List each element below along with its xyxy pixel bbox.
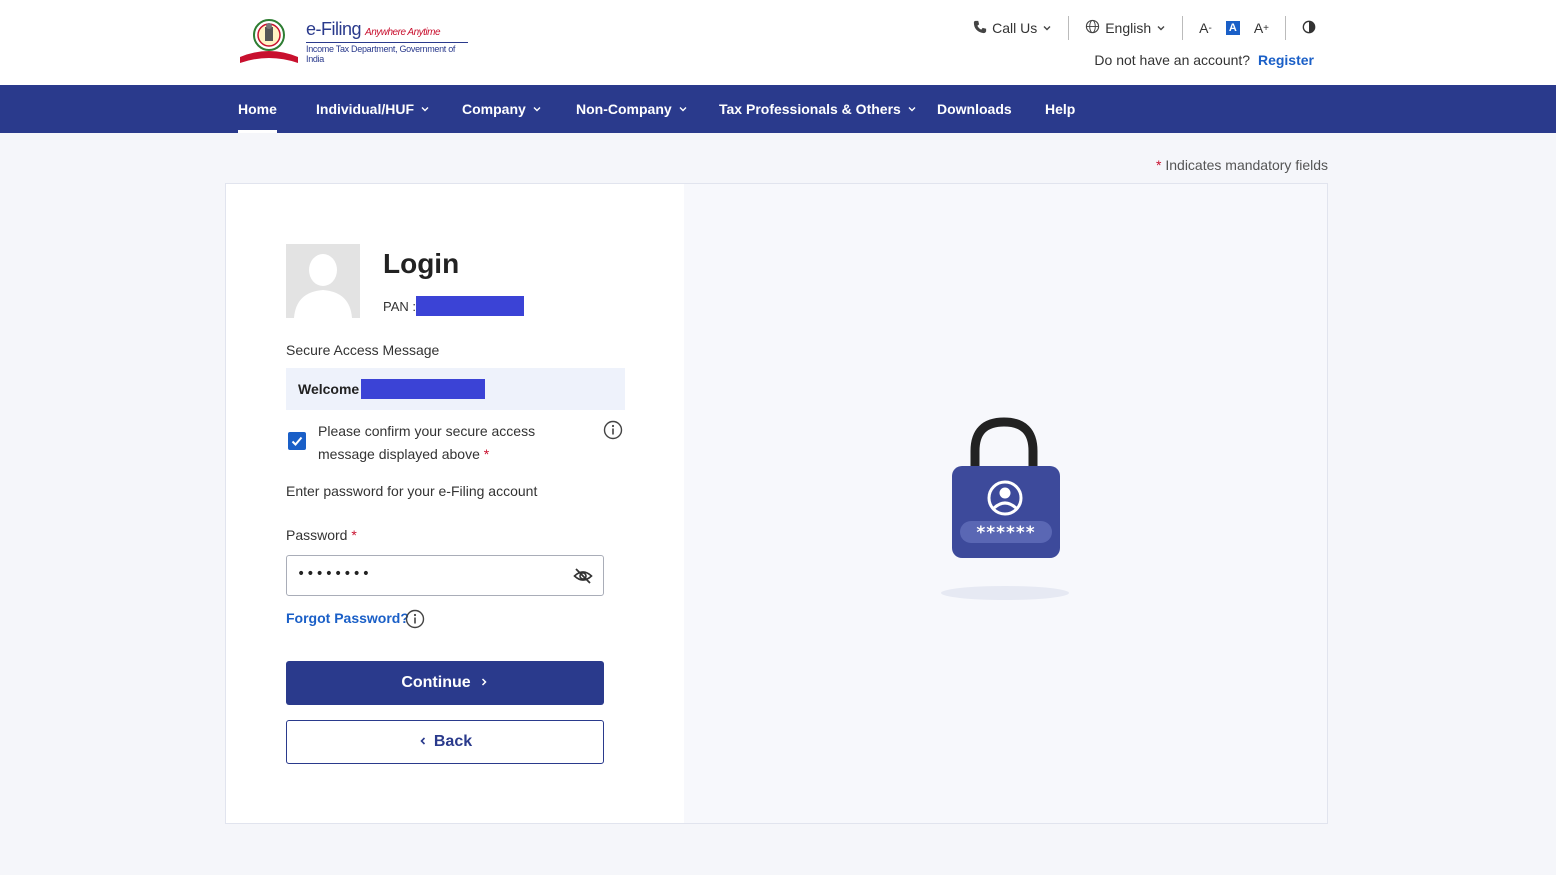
- font-normal-button[interactable]: A: [1225, 21, 1240, 35]
- contrast-icon: [1302, 20, 1316, 37]
- divider: [1285, 16, 1286, 40]
- logo-subtitle: Income Tax Department, Government of Ind…: [306, 41, 468, 64]
- redacted-name: [361, 379, 486, 399]
- language-label: English: [1105, 20, 1152, 36]
- font-decrease-button[interactable]: A-: [1199, 20, 1212, 36]
- divider: [1182, 16, 1184, 40]
- secure-access-message: Welcome: [286, 368, 625, 410]
- info-icon[interactable]: [405, 609, 425, 629]
- info-icon[interactable]: [603, 420, 623, 440]
- continue-button[interactable]: Continue: [286, 661, 604, 705]
- forgot-password-link[interactable]: Forgot Password?: [286, 610, 409, 626]
- call-us-label: Call Us: [992, 20, 1038, 36]
- logo-title: e-Filing: [306, 18, 362, 39]
- password-label: Password *: [286, 527, 357, 543]
- nav-non-company[interactable]: Non-Company: [576, 85, 688, 133]
- nav-home[interactable]: Home: [238, 85, 277, 133]
- password-input[interactable]: [297, 566, 557, 582]
- mandatory-note: * Indicates mandatory fields: [1156, 157, 1328, 173]
- nav-individual-huf[interactable]: Individual/HUF: [316, 85, 430, 133]
- register-prompt: Do not have an account? Register: [1094, 52, 1314, 68]
- chevron-down-icon: [1042, 20, 1052, 36]
- efiling-logo[interactable]: e-Filing Anywhere Anytime Income Tax Dep…: [238, 16, 468, 66]
- page-title: Login: [383, 248, 460, 279]
- password-field[interactable]: [286, 555, 604, 596]
- chevron-down-icon: [678, 85, 688, 133]
- contrast-toggle[interactable]: [1302, 20, 1316, 37]
- eye-slash-icon[interactable]: [573, 566, 593, 586]
- font-increase-button[interactable]: A +: [1254, 20, 1269, 36]
- avatar: [286, 244, 360, 318]
- logo-tagline: Anywhere Anytime: [365, 26, 441, 38]
- chevron-left-icon: [418, 733, 428, 751]
- password-mask-text: ******: [976, 523, 1036, 543]
- confirm-checkbox[interactable]: [288, 432, 306, 450]
- call-us-dropdown[interactable]: Call Us: [973, 20, 1052, 37]
- confirm-label[interactable]: Please confirm your secure access messag…: [318, 420, 593, 466]
- globe-icon: [1085, 19, 1100, 37]
- pan-label: PAN :: [383, 298, 416, 314]
- padlock-icon: ******: [938, 416, 1073, 606]
- check-icon: [291, 436, 303, 446]
- chevron-down-icon: [1156, 20, 1166, 36]
- divider: [1068, 16, 1070, 40]
- nav-help[interactable]: Help: [1045, 85, 1075, 133]
- nav-company[interactable]: Company: [462, 85, 542, 133]
- chevron-down-icon: [532, 85, 542, 133]
- phone-icon: [973, 20, 987, 37]
- redacted-pan: [416, 296, 524, 316]
- language-dropdown[interactable]: English: [1085, 19, 1166, 37]
- emblem-icon: [238, 17, 300, 65]
- top-utility-bar: Call Us English A- A A +: [973, 16, 1316, 40]
- pan-display: PAN :: [383, 296, 524, 316]
- enter-password-hint: Enter password for your e-Filing account: [286, 483, 538, 499]
- nav-downloads[interactable]: Downloads: [937, 85, 1012, 133]
- illustration-panel: ******: [684, 184, 1327, 823]
- back-button[interactable]: Back: [286, 720, 604, 764]
- chevron-down-icon: [420, 85, 430, 133]
- chevron-down-icon: [907, 85, 917, 133]
- site-header: e-Filing Anywhere Anytime Income Tax Dep…: [0, 0, 1556, 85]
- login-form-panel: Login PAN : Secure Access Message Welcom…: [226, 184, 684, 823]
- main-navigation: Home Individual/HUF Company Non-Company …: [0, 85, 1556, 133]
- login-card: Login PAN : Secure Access Message Welcom…: [225, 183, 1328, 824]
- chevron-right-icon: [479, 674, 489, 692]
- register-link[interactable]: Register: [1258, 52, 1314, 68]
- secure-access-label: Secure Access Message: [286, 342, 440, 358]
- nav-tax-professionals[interactable]: Tax Professionals & Others: [719, 85, 917, 133]
